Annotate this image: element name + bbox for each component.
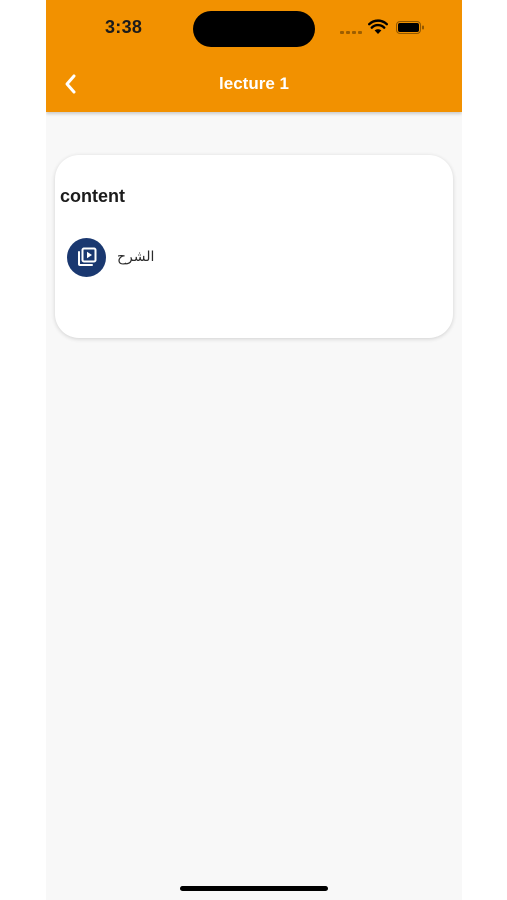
status-time: 3:38	[105, 17, 143, 37]
content-card-title: content	[60, 186, 125, 206]
page-title: lecture 1	[219, 74, 289, 93]
wifi-icon	[368, 19, 388, 35]
battery-icon	[396, 21, 425, 34]
content-item-label: الشرح	[117, 249, 155, 265]
app-screen: 3:38 lecture 1 content الشرح	[46, 0, 462, 900]
cellular-signal-icon	[340, 31, 364, 35]
home-indicator	[180, 886, 328, 891]
dynamic-island	[193, 11, 315, 47]
content-card: content الشرح	[55, 155, 453, 338]
app-header: 3:38 lecture 1	[46, 0, 462, 112]
content-item-explanation[interactable]: الشرح	[67, 237, 154, 277]
video-library-icon	[67, 237, 106, 277]
